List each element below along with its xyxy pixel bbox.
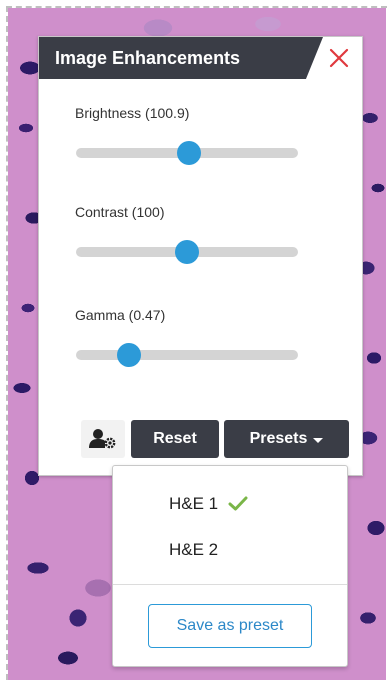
brightness-slider-group: Brightness (100.9): [75, 105, 299, 165]
user-gear-icon: [89, 429, 116, 449]
brightness-label: Brightness (100.9): [75, 105, 190, 121]
check-icon: [228, 496, 248, 511]
panel-header: Image Enhancements: [39, 37, 362, 79]
contrast-slider-thumb[interactable]: [175, 240, 199, 264]
close-button[interactable]: [326, 45, 352, 71]
save-as-preset-button[interactable]: Save as preset: [148, 604, 312, 648]
contrast-label: Contrast (100): [75, 204, 165, 220]
presets-dropdown-button[interactable]: Presets: [224, 420, 349, 458]
preset-label: H&E 1: [169, 494, 219, 513]
gamma-slider-group: Gamma (0.47): [75, 307, 299, 367]
user-settings-button[interactable]: [81, 420, 125, 458]
reset-button[interactable]: Reset: [131, 420, 219, 458]
presets-label: Presets: [249, 430, 308, 447]
preset-label: H&E 2: [169, 540, 219, 559]
gamma-label: Gamma (0.47): [75, 307, 166, 323]
gamma-slider-thumb[interactable]: [117, 343, 142, 367]
brightness-slider-thumb[interactable]: [177, 141, 202, 165]
close-icon: [329, 48, 349, 68]
caret-down-icon: [313, 437, 324, 443]
preset-item-he2[interactable]: H&E 2: [113, 532, 347, 568]
panel-title: Image Enhancements: [55, 48, 241, 68]
contrast-slider-group: Contrast (100): [75, 204, 299, 264]
preset-item-he1[interactable]: H&E 1: [113, 486, 347, 522]
presets-menu: H&E 1 H&E 2 Save as preset: [112, 465, 348, 667]
menu-divider: [113, 584, 347, 585]
gamma-slider-track[interactable]: [76, 350, 298, 360]
image-enhancements-panel: Image Enhancements Brightness (100.9) Co…: [38, 36, 363, 476]
